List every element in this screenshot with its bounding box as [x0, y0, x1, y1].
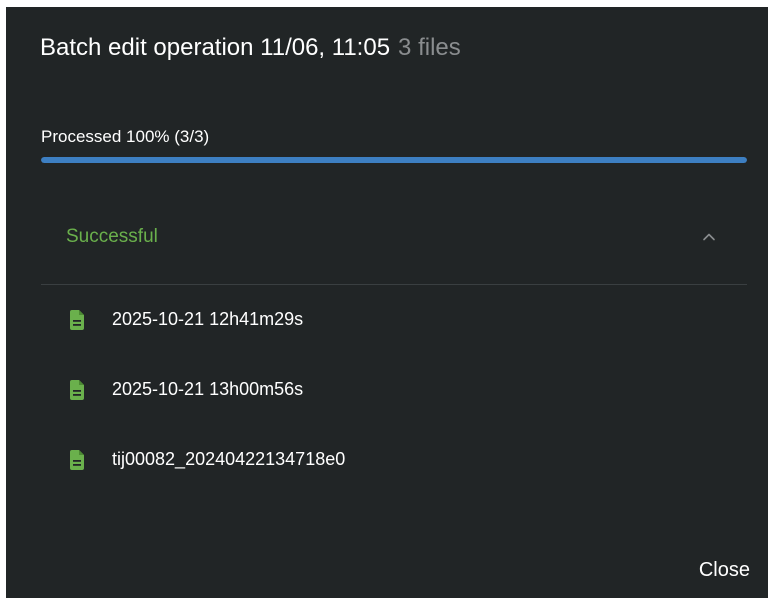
- dialog-title-text: Batch edit operation 11/06, 11:05: [40, 34, 391, 61]
- file-name: 2025-10-21 12h41m29s: [112, 309, 304, 329]
- file-list: 2025-10-21 12h41m29s 2025-10-21 13h00m56…: [41, 285, 747, 495]
- chevron-up-icon[interactable]: [701, 229, 717, 245]
- close-button[interactable]: Close: [699, 555, 750, 586]
- progress-label: Processed 100% (3/3): [41, 127, 210, 146]
- batch-edit-dialog: Batch edit operation 11/06, 11:05 3 files…: [6, 7, 768, 598]
- section-title: Successful: [66, 226, 158, 247]
- file-document-icon: [70, 380, 84, 400]
- progress-bar: [41, 157, 747, 163]
- file-document-icon: [70, 310, 84, 330]
- dialog-title: Batch edit operation 11/06, 11:05 3 files: [40, 33, 461, 63]
- file-document-icon: [70, 450, 84, 470]
- list-item[interactable]: 2025-10-21 13h00m56s: [41, 355, 747, 425]
- list-item[interactable]: 2025-10-21 12h41m29s: [41, 285, 747, 355]
- file-name: 2025-10-21 13h00m56s: [112, 379, 304, 399]
- file-count: 3 files: [398, 34, 461, 61]
- file-name: tij00082_20240422134718e0: [112, 449, 346, 469]
- list-item[interactable]: tij00082_20240422134718e0: [41, 425, 747, 495]
- progress-bar-fill: [41, 157, 747, 163]
- successful-section-header[interactable]: Successful: [41, 207, 747, 267]
